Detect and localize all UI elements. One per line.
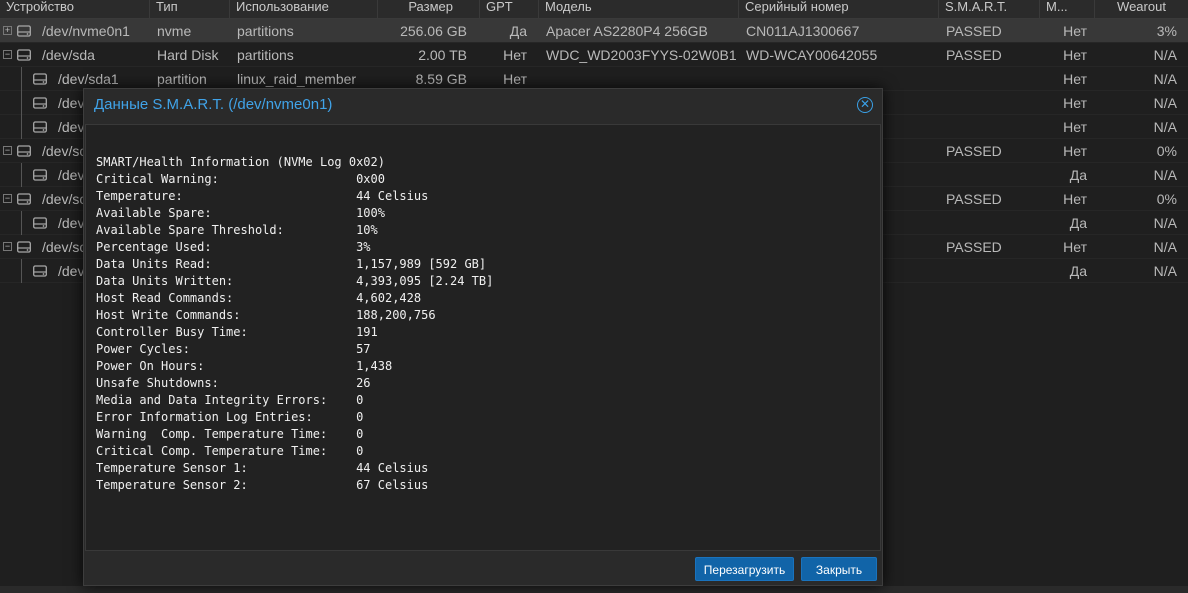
reload-button[interactable]: Перезагрузить xyxy=(695,557,794,581)
close-icon[interactable]: ✕ xyxy=(857,97,873,113)
smart-data-dialog: Данные S.M.A.R.T. (/dev/nvme0n1) ✕ SMART… xyxy=(83,88,883,586)
modal-overlay: Данные S.M.A.R.T. (/dev/nvme0n1) ✕ SMART… xyxy=(0,0,1188,593)
smart-output-panel[interactable]: SMART/Health Information (NVMe Log 0x02)… xyxy=(85,124,881,551)
smart-output-text: SMART/Health Information (NVMe Log 0x02)… xyxy=(96,155,494,492)
dialog-title: Данные S.M.A.R.T. (/dev/nvme0n1) xyxy=(94,96,333,113)
close-button[interactable]: Закрыть xyxy=(801,557,877,581)
